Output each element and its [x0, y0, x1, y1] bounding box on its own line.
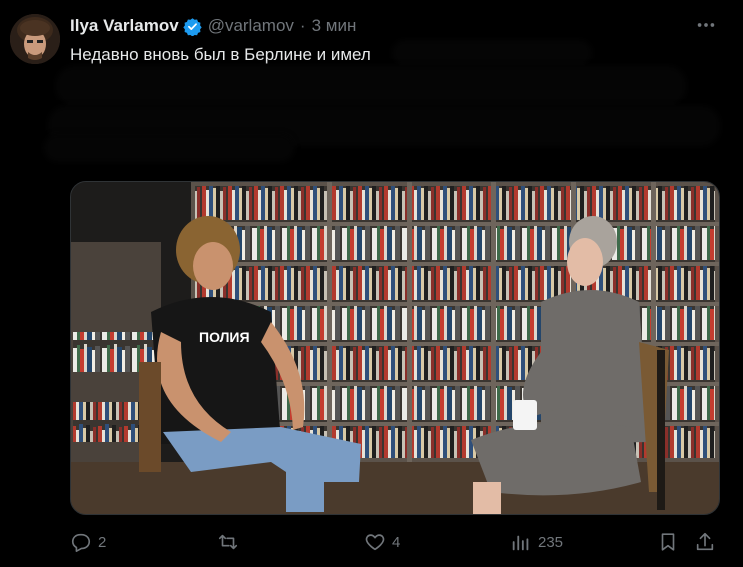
bookmark-button[interactable]	[657, 528, 679, 556]
heart-icon	[365, 534, 385, 551]
share-button[interactable]	[694, 528, 716, 556]
retweet-icon	[218, 534, 238, 550]
svg-text:ПОЛИЯ: ПОЛИЯ	[199, 329, 250, 345]
like-count: 4	[392, 533, 401, 551]
more-icon[interactable]	[695, 14, 717, 40]
views-button[interactable]: 235	[510, 528, 563, 556]
share-icon	[696, 532, 714, 551]
retweet-button[interactable]	[217, 528, 239, 556]
avatar[interactable]	[10, 14, 60, 64]
interview-photo: ПОЛИЯ	[71, 182, 719, 514]
reply-icon	[71, 533, 91, 552]
redaction-mark	[392, 40, 592, 66]
tweet-text: Недавно вновь был в Берлине и имел	[70, 45, 371, 64]
verified-badge-icon	[183, 17, 202, 36]
views-count: 235	[538, 533, 564, 551]
author-name[interactable]: Ilya Varlamov	[70, 16, 179, 36]
reply-button[interactable]: 2	[70, 528, 106, 556]
views-icon	[512, 535, 529, 551]
redaction-mark	[56, 66, 686, 106]
tweet-header: Ilya Varlamov @varlamov · 3 мин	[70, 14, 356, 38]
tweet-time[interactable]: 3 мин	[312, 16, 357, 36]
like-button[interactable]: 4	[364, 528, 400, 556]
header-separator: ·	[299, 16, 306, 35]
author-handle[interactable]: @varlamov	[208, 16, 294, 36]
redaction-mark	[44, 134, 294, 162]
bookmark-icon	[661, 533, 675, 551]
tweet-actions: 2 4 235	[70, 528, 718, 556]
reply-count: 2	[98, 533, 107, 551]
avatar-photo	[10, 14, 60, 64]
tweet-media-image[interactable]: ПОЛИЯ	[70, 181, 720, 515]
